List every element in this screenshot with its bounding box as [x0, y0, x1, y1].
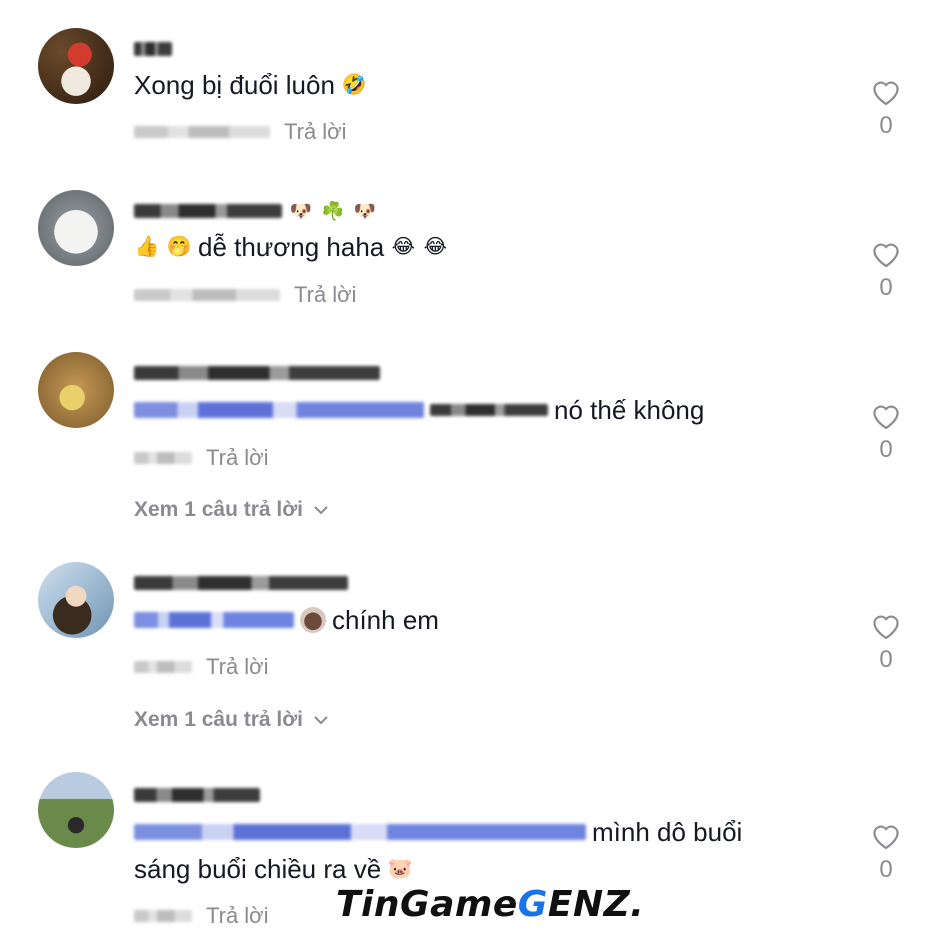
- mention-tag[interactable]: [134, 402, 424, 418]
- like-button[interactable]: 0: [866, 76, 906, 140]
- view-replies-button[interactable]: Xem 1 câu trả lời: [134, 498, 329, 522]
- like-button[interactable]: 0: [866, 400, 906, 464]
- shamrock-emoji: ☘️: [321, 201, 345, 221]
- username[interactable]: [134, 572, 348, 594]
- avatar[interactable]: [38, 562, 114, 638]
- reply-button[interactable]: Trả lời: [206, 445, 269, 471]
- username[interactable]: 🐶 ☘️ 🐶: [134, 200, 378, 222]
- like-count: 0: [879, 112, 893, 139]
- watermark-logo: TinGameGENZ.: [336, 884, 645, 925]
- comment-meta: Trả lời: [134, 282, 357, 308]
- comment-text: 👍 🤭 dễ thương haha 😂 😂: [134, 232, 447, 262]
- dog-emoji: 🐶: [289, 201, 313, 221]
- mention-tag[interactable]: [134, 824, 586, 840]
- pig-face-emoji: 🐷: [387, 858, 413, 880]
- comment-text-line2: sáng buổi chiều ra về 🐷: [134, 854, 413, 884]
- heart-outline-icon: [873, 615, 899, 640]
- reply-button[interactable]: Trả lời: [294, 282, 357, 308]
- timestamp: [134, 452, 192, 464]
- tears-of-joy-emoji: 😂: [423, 236, 447, 258]
- reply-button[interactable]: Trả lời: [206, 654, 269, 680]
- comment-text: mình dô buổi: [134, 815, 742, 849]
- comment-meta: Trả lời: [134, 903, 269, 929]
- heart-outline-icon: [873, 81, 899, 106]
- view-replies-button[interactable]: Xem 1 câu trả lời: [134, 708, 329, 732]
- like-button[interactable]: 0: [866, 610, 906, 674]
- reply-button[interactable]: Trả lời: [206, 903, 269, 929]
- username[interactable]: [134, 784, 260, 806]
- comment-meta: Trả lời: [134, 654, 269, 680]
- chevron-down-icon: [314, 506, 328, 515]
- timestamp: [134, 910, 192, 922]
- heart-outline-icon: [873, 405, 899, 430]
- like-count: 0: [879, 856, 893, 883]
- dog-emoji: 🐶: [353, 201, 377, 221]
- like-count: 0: [879, 436, 893, 463]
- comment-meta: Trả lời: [134, 119, 347, 145]
- comment-text: chính em: [134, 603, 439, 637]
- mention-tag[interactable]: [134, 612, 294, 628]
- timestamp: [134, 289, 280, 301]
- comment-text: nó thế không: [134, 393, 704, 427]
- tears-of-joy-emoji: 😂: [391, 236, 415, 258]
- hand-over-mouth-emoji: 🤭: [166, 236, 192, 258]
- avatar[interactable]: [38, 190, 114, 266]
- timestamp: [134, 126, 270, 138]
- coffee-emoji: [300, 607, 326, 633]
- reply-button[interactable]: Trả lời: [284, 119, 347, 145]
- comment-meta: Trả lời: [134, 445, 269, 471]
- like-count: 0: [879, 646, 893, 673]
- timestamp: [134, 661, 192, 673]
- username[interactable]: [134, 362, 380, 384]
- avatar[interactable]: [38, 352, 114, 428]
- like-button[interactable]: 0: [866, 238, 906, 302]
- comment-text: Xong bị đuổi luôn 🤣: [134, 70, 367, 100]
- avatar[interactable]: [38, 772, 114, 848]
- avatar[interactable]: [38, 28, 114, 104]
- chevron-down-icon: [314, 716, 328, 725]
- thumbs-up-emoji: 👍: [134, 236, 160, 258]
- rolling-laughing-emoji: 🤣: [341, 74, 367, 96]
- username[interactable]: [134, 38, 172, 60]
- like-count: 0: [879, 274, 893, 301]
- heart-outline-icon: [873, 243, 899, 268]
- heart-outline-icon: [873, 825, 899, 850]
- like-button[interactable]: 0: [866, 820, 906, 884]
